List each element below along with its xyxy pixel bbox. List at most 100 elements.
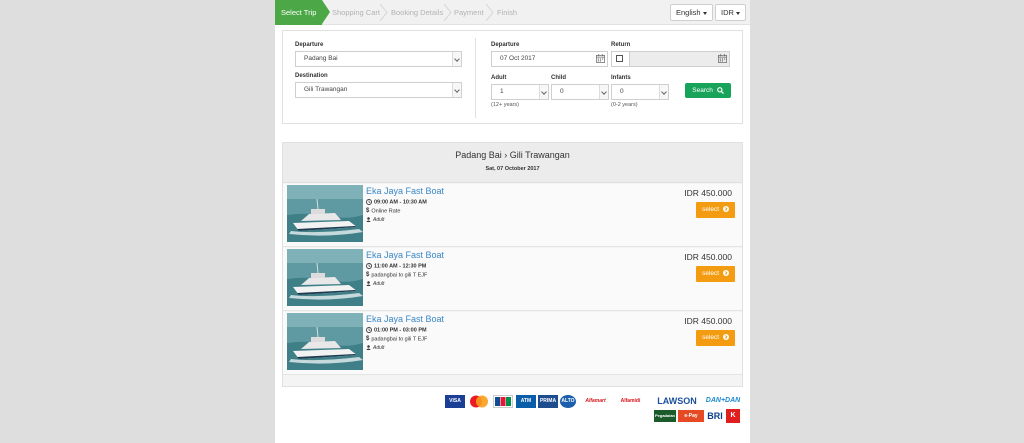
infants-select[interactable]: 0 (611, 84, 669, 100)
lawson-logo: LAWSON (657, 396, 697, 406)
language-value: English (676, 8, 701, 17)
trip-info-text: padangbai to gili T EJF (371, 272, 428, 279)
trip-price: IDR 450.000 (684, 252, 732, 262)
language-dropdown[interactable]: English (670, 4, 713, 21)
child-select[interactable]: 0 (551, 84, 609, 100)
child-value: 0 (560, 88, 564, 95)
trip-time-text: 09:00 AM - 10:30 AM (374, 199, 427, 206)
adult-select[interactable]: 1 (491, 84, 549, 100)
trip-row: Eka Jaya Fast Boat 01:00 PM - 03:00 PM $… (283, 312, 742, 375)
destination-label: Destination (295, 73, 328, 79)
trip-time-text: 01:00 PM - 03:00 PM (374, 327, 427, 334)
boat-name-link[interactable]: Eka Jaya Fast Boat (366, 186, 444, 196)
adult-value: 1 (500, 88, 504, 95)
trip-time: 11:00 AM - 12:30 PM (366, 263, 426, 269)
search-button-label: Search (692, 87, 713, 94)
select-arrow-icon (599, 85, 608, 99)
select-button[interactable]: select (696, 330, 735, 346)
trip-price: IDR 450.000 (684, 316, 732, 326)
select-arrow-icon (659, 85, 668, 99)
mastercard-logo (468, 395, 490, 408)
return-checkbox[interactable] (616, 55, 623, 62)
trip-pax-text: Adult (373, 281, 385, 287)
step-finish[interactable]: Finish (491, 0, 517, 25)
select-button[interactable]: select (696, 202, 735, 218)
return-date-input[interactable] (629, 51, 730, 67)
clock-icon (366, 199, 372, 205)
select-button-label: select (702, 206, 720, 213)
select-button-label: select (702, 334, 720, 341)
infants-label: Infants (611, 75, 631, 81)
trip-info: $ padangbai to gili T EJF (366, 272, 427, 278)
divider (475, 38, 476, 118)
destination-value: Gili Trawangan (304, 86, 348, 93)
prima-logo: PRIMA (538, 395, 558, 408)
trip-row: Eka Jaya Fast Boat 09:00 AM - 10:30 AM $… (283, 184, 742, 247)
epay-logo: e-Pay (678, 410, 704, 422)
trip-pax-text: Adult (373, 217, 385, 223)
infants-value: 0 (620, 88, 624, 95)
calendar-icon[interactable] (718, 54, 727, 63)
visa-logo: VISA (445, 395, 465, 408)
departure-date-value: 07 Oct 2017 (500, 55, 536, 62)
trip-row: Eka Jaya Fast Boat 11:00 AM - 12:30 PM $… (283, 248, 742, 311)
trip-info: $ padangbai to gili T EJF (366, 336, 427, 342)
route-header: Padang Bai › Gili Trawangan Sat, 07 Octo… (283, 143, 742, 183)
search-icon (716, 86, 724, 94)
select-button[interactable]: select (696, 266, 735, 282)
search-button[interactable]: Search (685, 83, 731, 98)
return-label: Return (611, 42, 631, 48)
step-shopping-cart[interactable]: Shopping Cart (326, 0, 380, 25)
clock-icon (366, 327, 372, 333)
dollar-icon: $ (366, 272, 370, 278)
alto-logo: ALTO (560, 395, 576, 408)
pegadaian-logo: Pegadaian (654, 410, 676, 422)
arrow-circle-right-icon (722, 270, 729, 277)
trip-time-text: 11:00 AM - 12:30 PM (374, 263, 427, 270)
step-select-trip[interactable]: Select Trip (275, 0, 322, 25)
calendar-icon[interactable] (596, 54, 605, 63)
departure-select[interactable]: Padang Bai (295, 51, 462, 67)
trip-pax: Adult (366, 217, 384, 223)
alfamart-logo: Alfamart (585, 398, 606, 404)
departure-date-label: Departure (491, 42, 520, 48)
user-icon (366, 217, 371, 223)
dollar-icon: $ (366, 336, 370, 342)
currency-dropdown[interactable]: IDR (715, 4, 746, 21)
route-title: Padang Bai › Gili Trawangan (455, 150, 570, 160)
clock-icon (366, 263, 372, 269)
adult-note: (12+ years) (491, 102, 519, 108)
user-icon (366, 281, 371, 287)
select-button-label: select (702, 270, 720, 277)
boat-photo (287, 249, 363, 306)
infants-note: (0-2 years) (611, 102, 638, 108)
alfamidi-logo: Alfamidi (620, 398, 641, 404)
jcb-logo (493, 395, 513, 408)
trip-pax: Adult (366, 345, 384, 351)
payment-logos: VISA ATM PRIMA ALTO Alfamart Alfamidi LA… (445, 393, 745, 425)
arrow-circle-right-icon (722, 334, 729, 341)
adult-label: Adult (491, 75, 507, 81)
departure-label: Departure (295, 42, 324, 48)
boat-photo (287, 185, 363, 242)
trip-time: 09:00 AM - 10:30 AM (366, 199, 427, 205)
search-panel: Departure Padang Bai Destination Gili Tr… (282, 30, 743, 124)
select-arrow-icon (452, 83, 461, 97)
destination-select[interactable]: Gili Trawangan (295, 82, 462, 98)
step-payment[interactable]: Payment (448, 0, 484, 25)
results-panel: Padang Bai › Gili Trawangan Sat, 07 Octo… (282, 142, 743, 387)
user-icon (366, 345, 371, 351)
departure-value: Padang Bai (304, 55, 338, 62)
arrow-circle-right-icon (722, 206, 729, 213)
trip-time: 01:00 PM - 03:00 PM (366, 327, 427, 333)
step-booking-details[interactable]: Booking Details (385, 0, 443, 25)
boat-photo (287, 313, 363, 370)
select-arrow-icon (452, 52, 461, 66)
boat-name-link[interactable]: Eka Jaya Fast Boat (366, 250, 444, 260)
departure-date-input[interactable]: 07 Oct 2017 (491, 51, 608, 67)
dollar-icon: $ (366, 208, 370, 214)
step-bar: Select Trip Shopping Cart Booking Detail… (275, 0, 750, 25)
bri-logo: BRI (707, 411, 723, 421)
boat-name-link[interactable]: Eka Jaya Fast Boat (366, 314, 444, 324)
select-arrow-icon (539, 85, 548, 99)
